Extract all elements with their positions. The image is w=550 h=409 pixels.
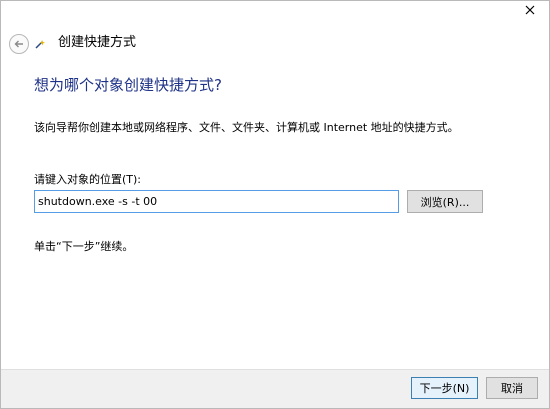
title-bar: [1, 1, 549, 29]
wizard-navigation: 创建快捷方式: [1, 29, 549, 59]
page-description: 该向导帮你创建本地或网络程序、文件、文件夹、计算机或 Internet 地址的快…: [34, 121, 459, 134]
location-input[interactable]: [34, 190, 399, 213]
back-button[interactable]: [9, 34, 29, 54]
close-button[interactable]: [517, 1, 543, 19]
create-shortcut-window: 创建快捷方式 想为哪个对象创建快捷方式? 该向导帮你创建本地或网络程序、文件、文…: [0, 0, 550, 409]
next-button[interactable]: 下一步(N): [411, 377, 478, 399]
location-label: 请键入对象的位置(T):: [34, 173, 142, 186]
continue-hint: 单击“下一步”继续。: [34, 240, 134, 253]
back-arrow-icon: [14, 40, 23, 48]
cancel-button[interactable]: 取消: [486, 377, 538, 399]
close-icon: [525, 5, 535, 15]
browse-button[interactable]: 浏览(R)...: [407, 190, 483, 213]
page-heading: 想为哪个对象创建快捷方式?: [34, 76, 222, 94]
wizard-title: 创建快捷方式: [58, 35, 137, 50]
footer-bar: 下一步(N) 取消: [1, 369, 549, 408]
shortcut-wizard-icon: [35, 40, 45, 49]
